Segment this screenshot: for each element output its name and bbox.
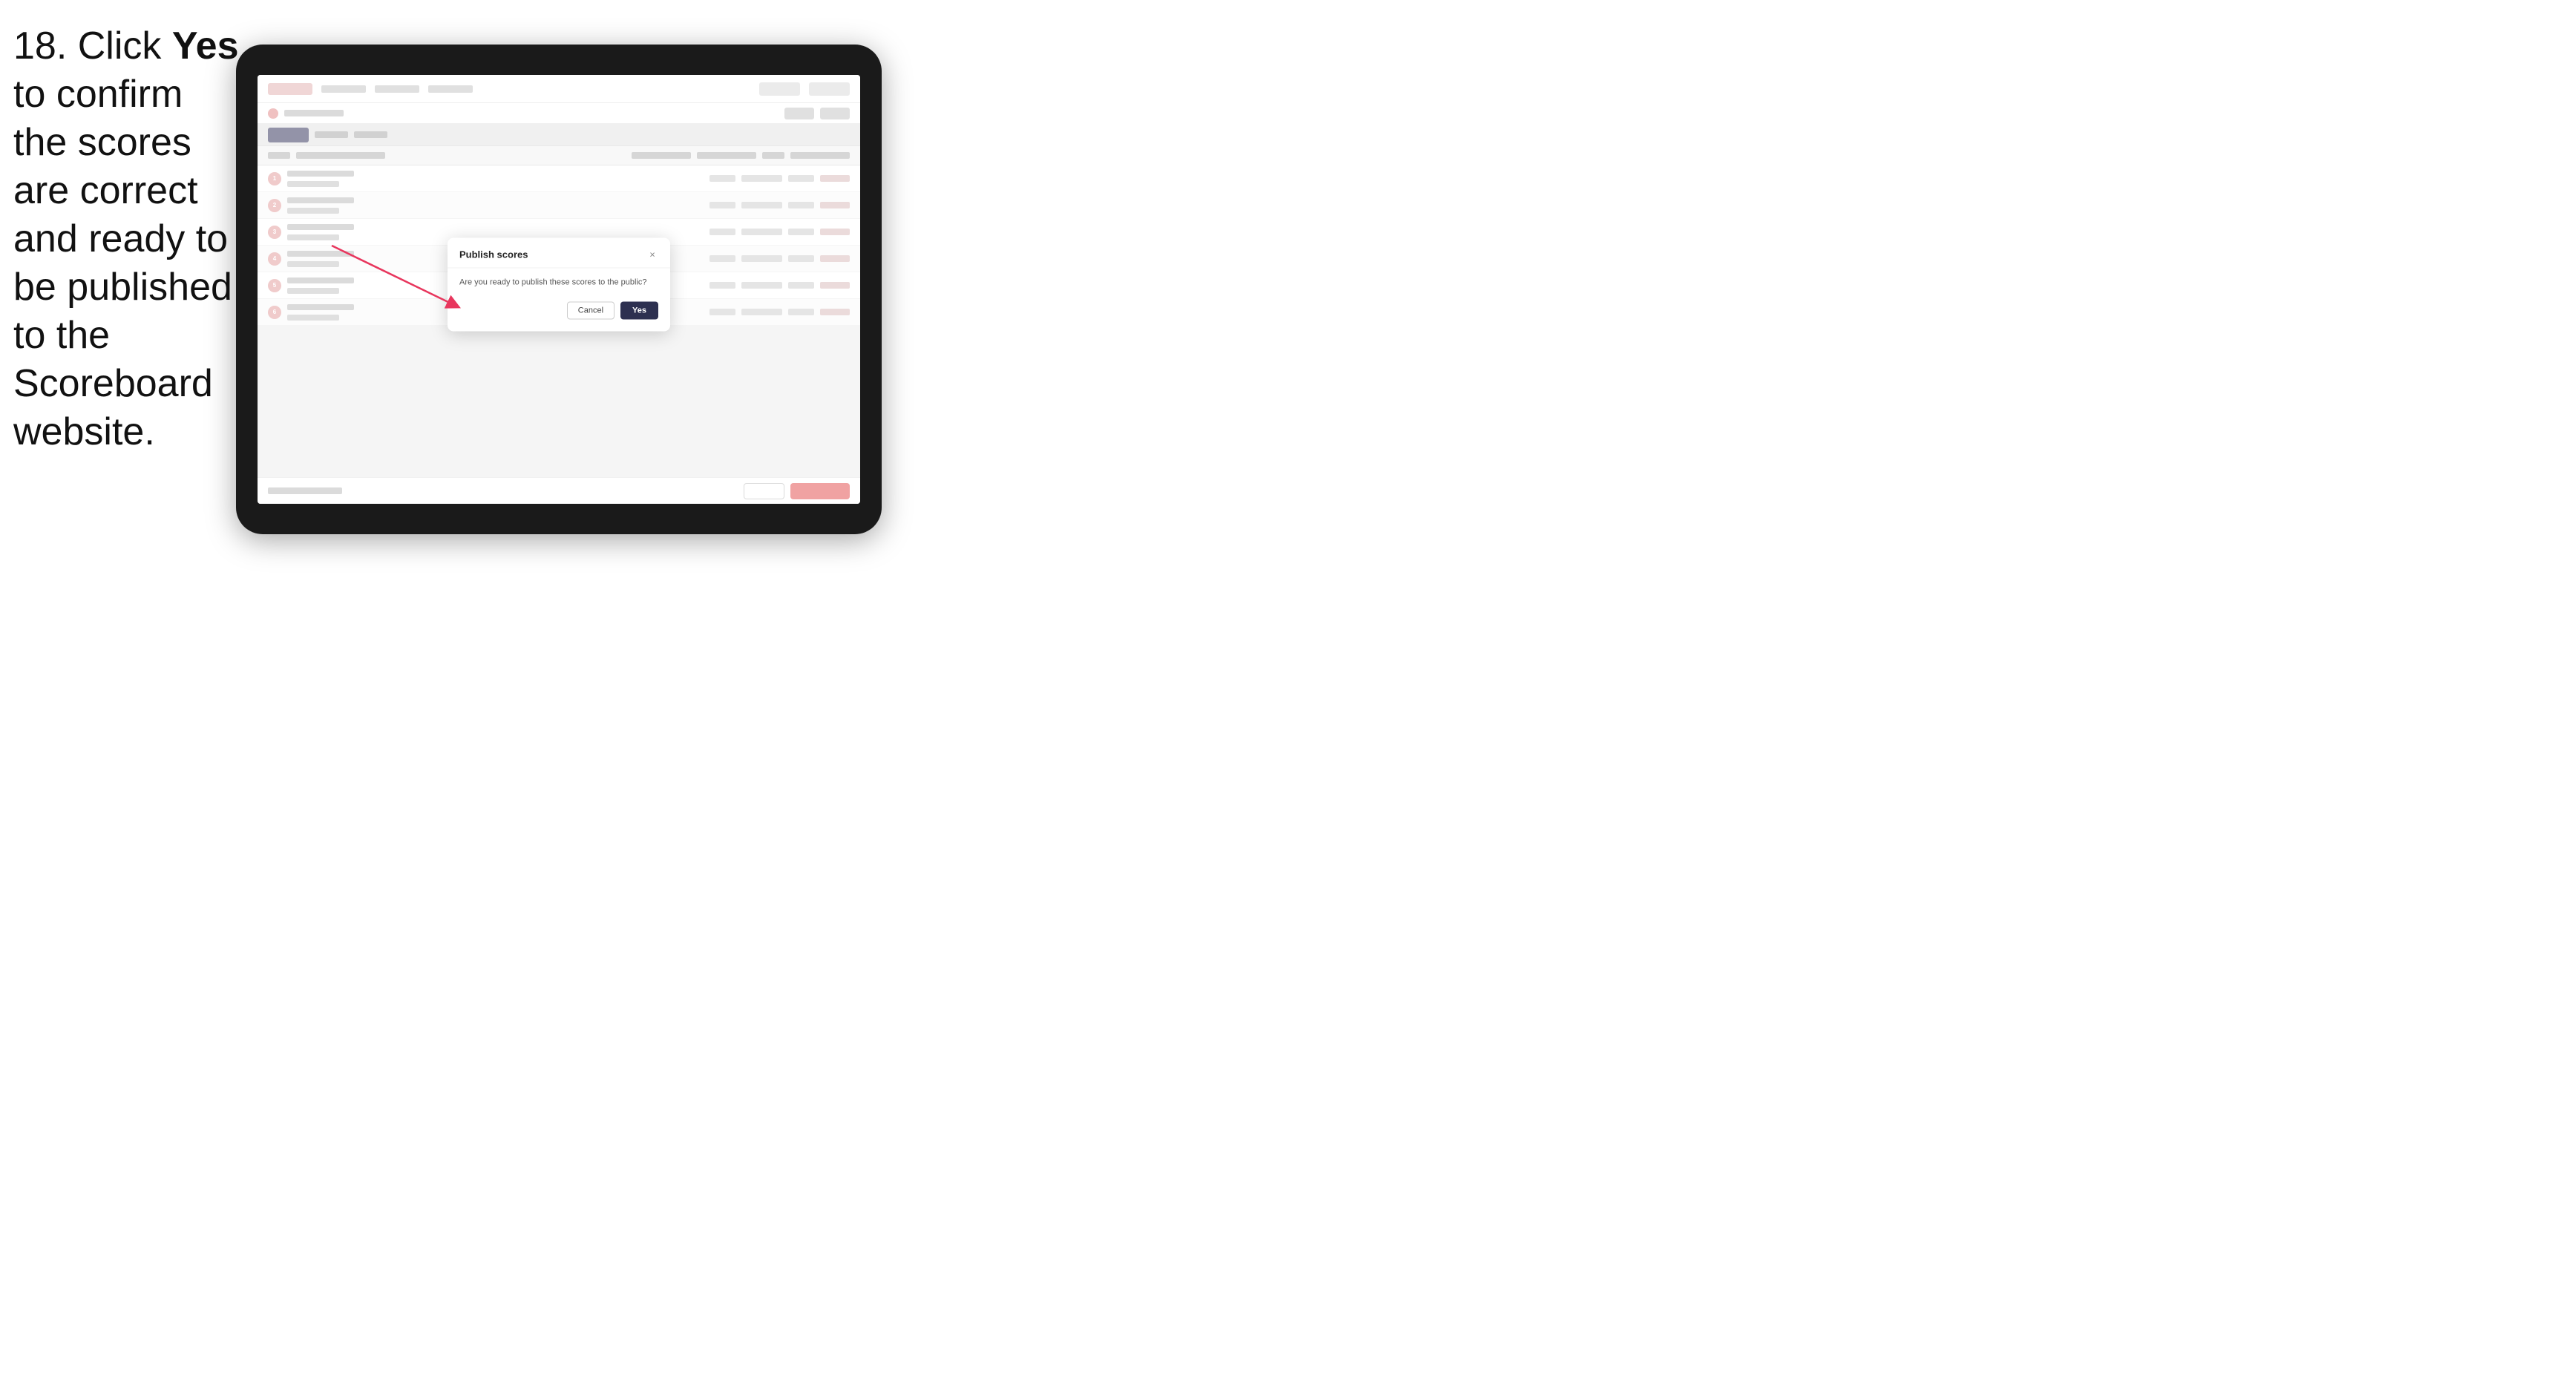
instruction-text: 18. Click Yes to confirm the scores are … [13, 22, 243, 456]
tablet-device: 1 2 3 [236, 45, 882, 534]
bold-yes: Yes [172, 24, 239, 68]
dialog-actions: Cancel Yes [459, 302, 658, 320]
dialog-header: Publish scores × [448, 237, 670, 268]
dialog-title: Publish scores [459, 249, 528, 260]
dialog-message: Are you ready to publish these scores to… [459, 277, 658, 288]
tablet-screen: 1 2 3 [258, 75, 860, 504]
dialog-close-button[interactable]: × [646, 248, 658, 260]
cancel-button[interactable]: Cancel [567, 302, 614, 320]
dialog-body: Are you ready to publish these scores to… [448, 268, 670, 331]
yes-button[interactable]: Yes [620, 302, 658, 320]
publish-scores-dialog: Publish scores × Are you ready to publis… [448, 237, 670, 331]
